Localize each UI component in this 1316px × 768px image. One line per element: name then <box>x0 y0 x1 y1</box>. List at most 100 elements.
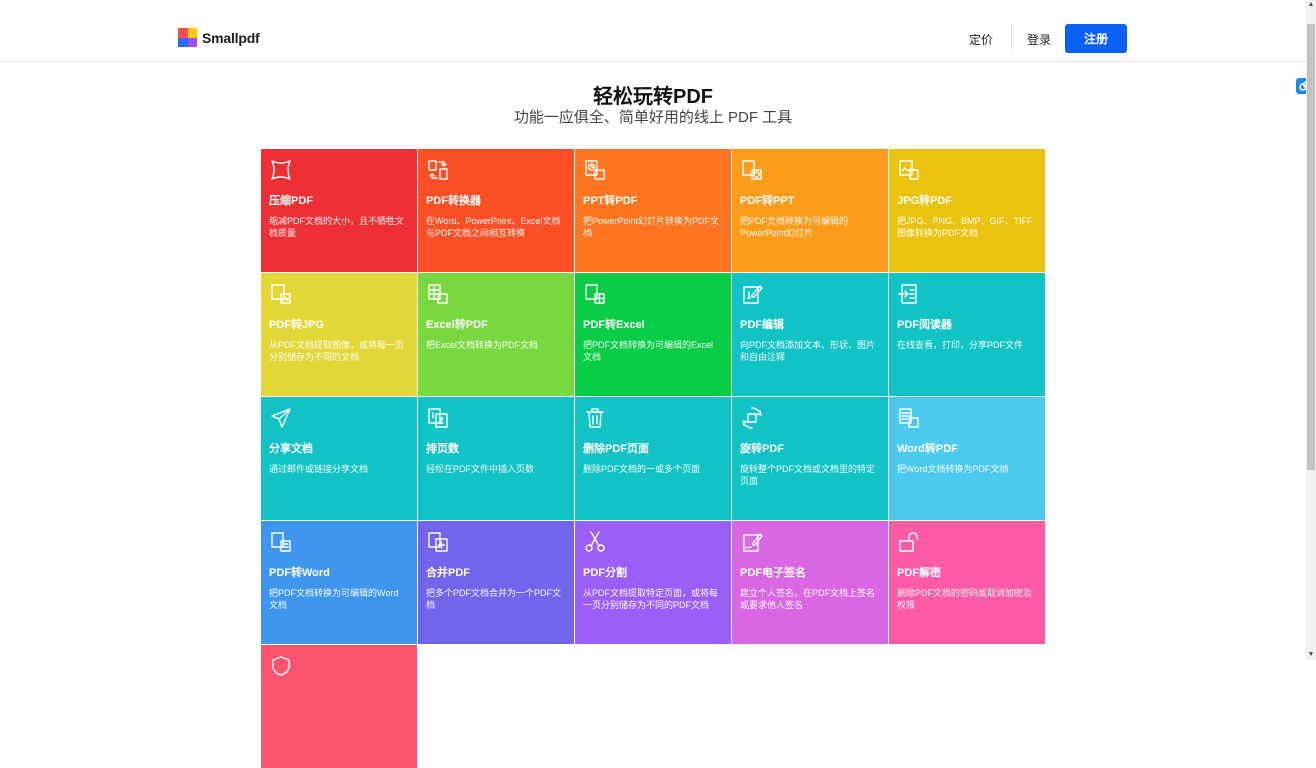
tool-description: 轻松在PDF文件中插入页数 <box>426 464 535 474</box>
tool-tile[interactable]: JPG转PDF 把JPG、PNG、BMP、GIF、TIFF图像转换为PDF文档 <box>889 149 1045 272</box>
logo-square <box>187 37 197 47</box>
tool-description: 删除PDF文档的密码或取消加密及权限 <box>897 588 1033 610</box>
tool-tile[interactable]: PDF电子签名建立个人签名，在PDF文档上签名或要求他人签名 <box>732 521 888 644</box>
tool-tile[interactable]: 分享文档通过邮件或链接分享文档 <box>261 397 417 520</box>
trash-icon <box>583 406 607 430</box>
tool-title: PPT转PDF <box>583 195 638 207</box>
logo-square <box>178 28 188 38</box>
pdf-to-jpg-icon <box>269 282 293 306</box>
reader-icon <box>897 282 921 306</box>
tool-description: 把Word文档转换为PDF文档 <box>897 464 1009 474</box>
tool-tile[interactable]: PDF转Excel 把PDF文档转换为可编辑的Excel文档 <box>575 273 731 396</box>
pdf-to-ppt-icon <box>740 158 764 182</box>
tool-grid: 压缩PDF 缩减PDF文档的大小，且不牺牲文档质量 PDF转换器在Word、Powe… <box>261 149 1045 768</box>
tool-title: PDF电子签名 <box>740 567 806 579</box>
tool-title: PDF转PPT <box>740 195 795 207</box>
tool-description: 通过邮件或链接分享文档 <box>269 464 369 474</box>
brand-logo[interactable]: Smallpdf <box>178 28 260 47</box>
top-header: Smallpdf 定价 登录 注册 <box>0 0 1306 62</box>
tool-title: Excel转PDF <box>426 319 488 331</box>
tool-description: 把PDF文档转换为可编辑的Excel文档 <box>583 340 714 362</box>
tool-title: 旋转PDF <box>740 443 784 455</box>
tool-tile[interactable]: PDF转Word 把PDF文档转换为可编辑的Word文档 <box>261 521 417 644</box>
pdf-to-word-icon <box>269 530 293 554</box>
scrollbar-thumb[interactable] <box>1307 24 1315 470</box>
tool-title: PDF转换器 <box>426 195 481 207</box>
tool-title: PDF转Word <box>269 567 330 579</box>
tool-description: 把PDF文档转换为可编辑的PowerPoint幻灯片 <box>740 216 849 238</box>
tool-tile[interactable]: PDF转JPG 从PDF文档提取图像，或将每一页分别储存为不同的文档 <box>261 273 417 396</box>
send-icon <box>269 406 293 430</box>
scroll-up-arrow-icon[interactable]: ▲ <box>1307 0 1315 10</box>
page-title: 轻松玩转PDF <box>593 86 713 108</box>
rotate-icon <box>740 406 764 430</box>
tool-title: 删除PDF页面 <box>583 443 649 455</box>
tool-description: 把多个PDF文档合并为一个PDF文档 <box>426 588 562 610</box>
tool-title: 分享文档 <box>269 443 313 455</box>
tool-description: 把PDF文档转换为可编辑的Word文档 <box>269 588 399 610</box>
edit-icon <box>740 282 764 306</box>
protect-icon <box>269 654 293 678</box>
tool-title: PDF分割 <box>583 567 627 579</box>
convert-icon <box>426 158 450 182</box>
ppt-to-pdf-icon <box>583 158 607 182</box>
tool-title: PDF解密 <box>897 567 941 579</box>
signup-button[interactable]: 注册 <box>1065 24 1127 53</box>
nav-login-link[interactable]: 登录 <box>1027 31 1051 48</box>
logo-square <box>178 37 188 47</box>
tool-title: PDF转Excel <box>583 319 645 331</box>
tool-tile[interactable]: PDF编辑向PDF文档添加文本、形状、图片和自由注释 <box>732 273 888 396</box>
tool-title: 排页数 <box>426 443 459 455</box>
tool-title: 压缩PDF <box>269 195 313 207</box>
tool-tile[interactable]: 压缩PDF 缩减PDF文档的大小，且不牺牲文档质量 <box>261 149 417 272</box>
pdf-to-excel-icon <box>583 282 607 306</box>
logo-square <box>187 28 197 38</box>
tool-tile[interactable] <box>261 645 417 768</box>
page-scrollbar[interactable]: ▲ ▼ <box>1306 0 1316 660</box>
tool-description: 旋转整个PDF文档或文档里的特定页面 <box>740 464 876 486</box>
tool-tile[interactable]: PDF转PPT 把PDF文档转换为可编辑的PowerPoint幻灯片 <box>732 149 888 272</box>
page-subtitle: 功能一应俱全、简单好用的线上 PDF 工具 <box>513 109 793 126</box>
tool-title: PDF阅读器 <box>897 319 952 331</box>
word-to-pdf-icon <box>897 406 921 430</box>
jpg-to-pdf-icon <box>897 158 921 182</box>
tool-tile[interactable]: 排页数轻松在PDF文件中插入页数 <box>418 397 574 520</box>
tool-description: 把Excel文档转换为PDF文档 <box>426 340 539 350</box>
smallpdf-logo-icon <box>178 28 197 47</box>
nav-divider <box>1011 24 1012 52</box>
brand-name: Smallpdf <box>202 29 260 46</box>
tool-description: 在线查看，打印，分享PDF文件 <box>897 340 1024 350</box>
tool-tile[interactable]: PDF分割从PDF文档提取特定页面，或将每一页分别储存为不同的PDF文档 <box>575 521 731 644</box>
tool-tile[interactable]: PPT转PDF 把PowerPoint幻灯片转换为PDF文档 <box>575 149 731 272</box>
tool-tile[interactable]: PDF阅读器在线查看，打印，分享PDF文件 <box>889 273 1045 396</box>
tool-tile[interactable]: 合并PDF 把多个PDF文档合并为一个PDF文档 <box>418 521 574 644</box>
tool-description: 把PowerPoint幻灯片转换为PDF文档 <box>583 216 720 238</box>
tool-title: JPG转PDF <box>897 195 953 207</box>
tool-title: Word转PDF <box>897 443 958 455</box>
tool-tile[interactable]: Excel转PDF 把Excel文档转换为PDF文档 <box>418 273 574 396</box>
compress-icon <box>269 158 293 182</box>
tool-title: PDF转JPG <box>269 319 325 331</box>
tool-description: 建立个人签名，在PDF文档上签名或要求他人签名 <box>740 588 876 610</box>
tool-description: 在Word、PowerPoint、Excel文档与PDF文档之间相互转换 <box>426 216 561 238</box>
tool-title: 合并PDF <box>426 567 470 579</box>
tool-title: PDF编辑 <box>740 319 784 331</box>
tool-description: 把JPG、PNG、BMP、GIF、TIFF图像转换为PDF文档 <box>897 216 1033 238</box>
tool-description: 从PDF文档提取特定页面，或将每一页分别储存为不同的PDF文档 <box>583 588 719 610</box>
tool-description: 缩减PDF文档的大小，且不牺牲文档质量 <box>269 216 405 238</box>
sign-icon <box>740 530 764 554</box>
scissors-icon <box>583 530 607 554</box>
excel-to-pdf-icon <box>426 282 450 306</box>
tool-tile[interactable]: 旋转PDF 旋转整个PDF文档或文档里的特定页面 <box>732 397 888 520</box>
nav-pricing-link[interactable]: 定价 <box>969 31 993 48</box>
merge-icon <box>426 530 450 554</box>
scroll-down-arrow-icon[interactable]: ▼ <box>1307 650 1315 660</box>
tool-description: 删除PDF文档的一或多个页面 <box>583 464 701 474</box>
tool-tile[interactable]: PDF转换器在Word、PowerPoint、Excel文档与PDF文档之间相互… <box>418 149 574 272</box>
tool-description: 从PDF文档提取图像，或将每一页分别储存为不同的文档 <box>269 340 405 362</box>
tool-tile[interactable]: 删除PDF页面删除PDF文档的一或多个页面 <box>575 397 731 520</box>
page-numbers-icon <box>426 406 450 430</box>
tool-tile[interactable]: PDF解密删除PDF文档的密码或取消加密及权限 <box>889 521 1045 644</box>
tool-description: 向PDF文档添加文本、形状、图片和自由注释 <box>740 340 876 362</box>
tool-tile[interactable]: Word转PDF 把Word文档转换为PDF文档 <box>889 397 1045 520</box>
